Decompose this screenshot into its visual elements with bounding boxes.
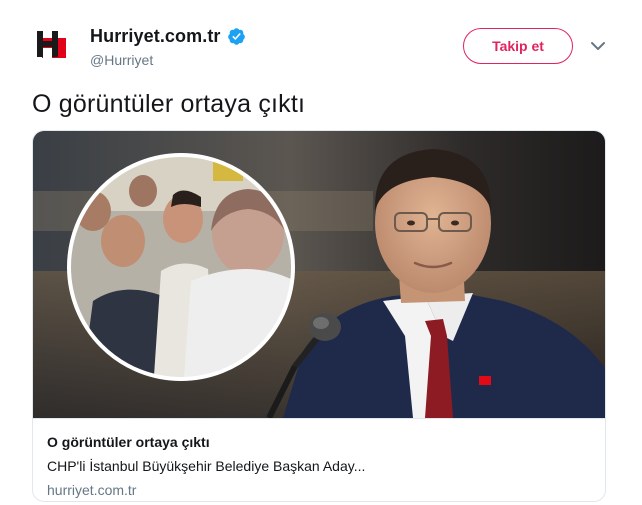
card-body[interactable]: O görüntüler ortaya çıktı CHP'li İstanbu… [33, 418, 605, 501]
card-title[interactable]: O görüntüler ortaya çıktı [47, 433, 593, 451]
hurriyet-logo-icon [34, 26, 74, 66]
chevron-down-icon[interactable] [590, 40, 606, 52]
card-image[interactable] [33, 131, 606, 418]
verified-badge-icon [227, 27, 245, 45]
display-name[interactable]: Hurriyet.com.tr [90, 26, 221, 47]
link-card[interactable]: O görüntüler ortaya çıktı CHP'li İstanbu… [32, 130, 606, 502]
name-row: Hurriyet.com.tr [90, 25, 246, 47]
handle[interactable]: @Hurriyet [90, 52, 246, 68]
author-block[interactable]: Hurriyet.com.tr @Hurriyet [90, 25, 246, 68]
tweet: Hurriyet.com.tr @Hurriyet Takip et O gör… [0, 0, 642, 505]
card-domain: hurriyet.com.tr [47, 482, 137, 498]
card-description: CHP'li İstanbul Büyükşehir Belediye Başk… [47, 458, 366, 474]
tweet-text: O görüntüler ortaya çıktı [32, 90, 306, 118]
follow-button[interactable]: Takip et [463, 28, 573, 64]
avatar[interactable] [34, 26, 74, 66]
